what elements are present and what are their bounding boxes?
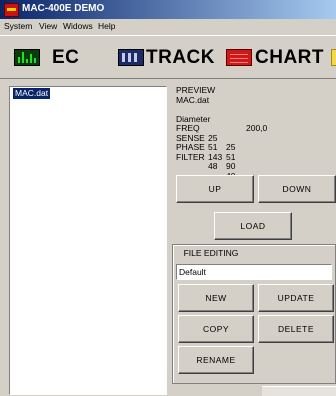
copy-button[interactable]: COPY xyxy=(178,315,254,343)
preview-file: MAC.dat xyxy=(176,94,210,105)
toolbar: EC TRACK CHART xyxy=(0,35,336,79)
chart-button[interactable]: CHART xyxy=(222,41,332,74)
delete-button[interactable]: DELETE xyxy=(258,315,334,343)
preview-panel: PREVIEW MAC.dat Diameter 200,0 FREQ 25 2… xyxy=(176,85,267,180)
track-icon xyxy=(118,49,144,66)
file-list[interactable]: MAC.dat xyxy=(9,86,167,395)
track-label: TRACK xyxy=(146,47,215,68)
list-item[interactable]: MAC.dat xyxy=(13,88,51,99)
preview-row: PHASE 143 90 xyxy=(176,134,235,170)
new-button[interactable]: NEW xyxy=(178,284,254,312)
file-editing-title: FILE EDITING xyxy=(183,248,239,258)
menu-view[interactable]: View xyxy=(39,21,57,31)
update-button[interactable]: UPDATE xyxy=(258,284,334,312)
title-bar: MAC-400E DEMO xyxy=(0,0,336,19)
chart-label: CHART xyxy=(255,47,324,68)
preview-row: FREQ 25 25 xyxy=(176,115,235,151)
down-button[interactable]: DOWN xyxy=(258,175,336,203)
load-button[interactable]: LOAD xyxy=(214,212,292,240)
app-icon xyxy=(4,3,19,17)
menu-system[interactable]: System xyxy=(4,21,32,31)
ec-button[interactable]: EC xyxy=(8,41,110,74)
menu-help[interactable]: Help xyxy=(98,21,115,31)
param-value-a: 48 xyxy=(208,161,218,171)
filename-input[interactable] xyxy=(176,264,332,280)
preview-row: SENSE 51 51 xyxy=(176,124,235,161)
ec-label: EC xyxy=(52,47,80,68)
preview-row: FILTER 48 40 xyxy=(176,143,235,180)
preview-diameter-row: Diameter 200,0 xyxy=(176,105,267,133)
window-title: MAC-400E DEMO xyxy=(22,3,105,14)
rename-button[interactable]: RENAME xyxy=(178,346,254,374)
diameter-value: 200,0 xyxy=(246,123,268,133)
folder-icon[interactable] xyxy=(331,49,336,66)
waveform-icon xyxy=(14,49,40,66)
up-button[interactable]: UP xyxy=(176,175,254,203)
menu-widows[interactable]: Widows xyxy=(63,21,93,31)
chart-icon xyxy=(226,49,252,66)
param-label: FILTER xyxy=(176,151,205,162)
menu-bar: System View Widows Help xyxy=(0,19,336,35)
track-button[interactable]: TRACK xyxy=(114,41,218,74)
